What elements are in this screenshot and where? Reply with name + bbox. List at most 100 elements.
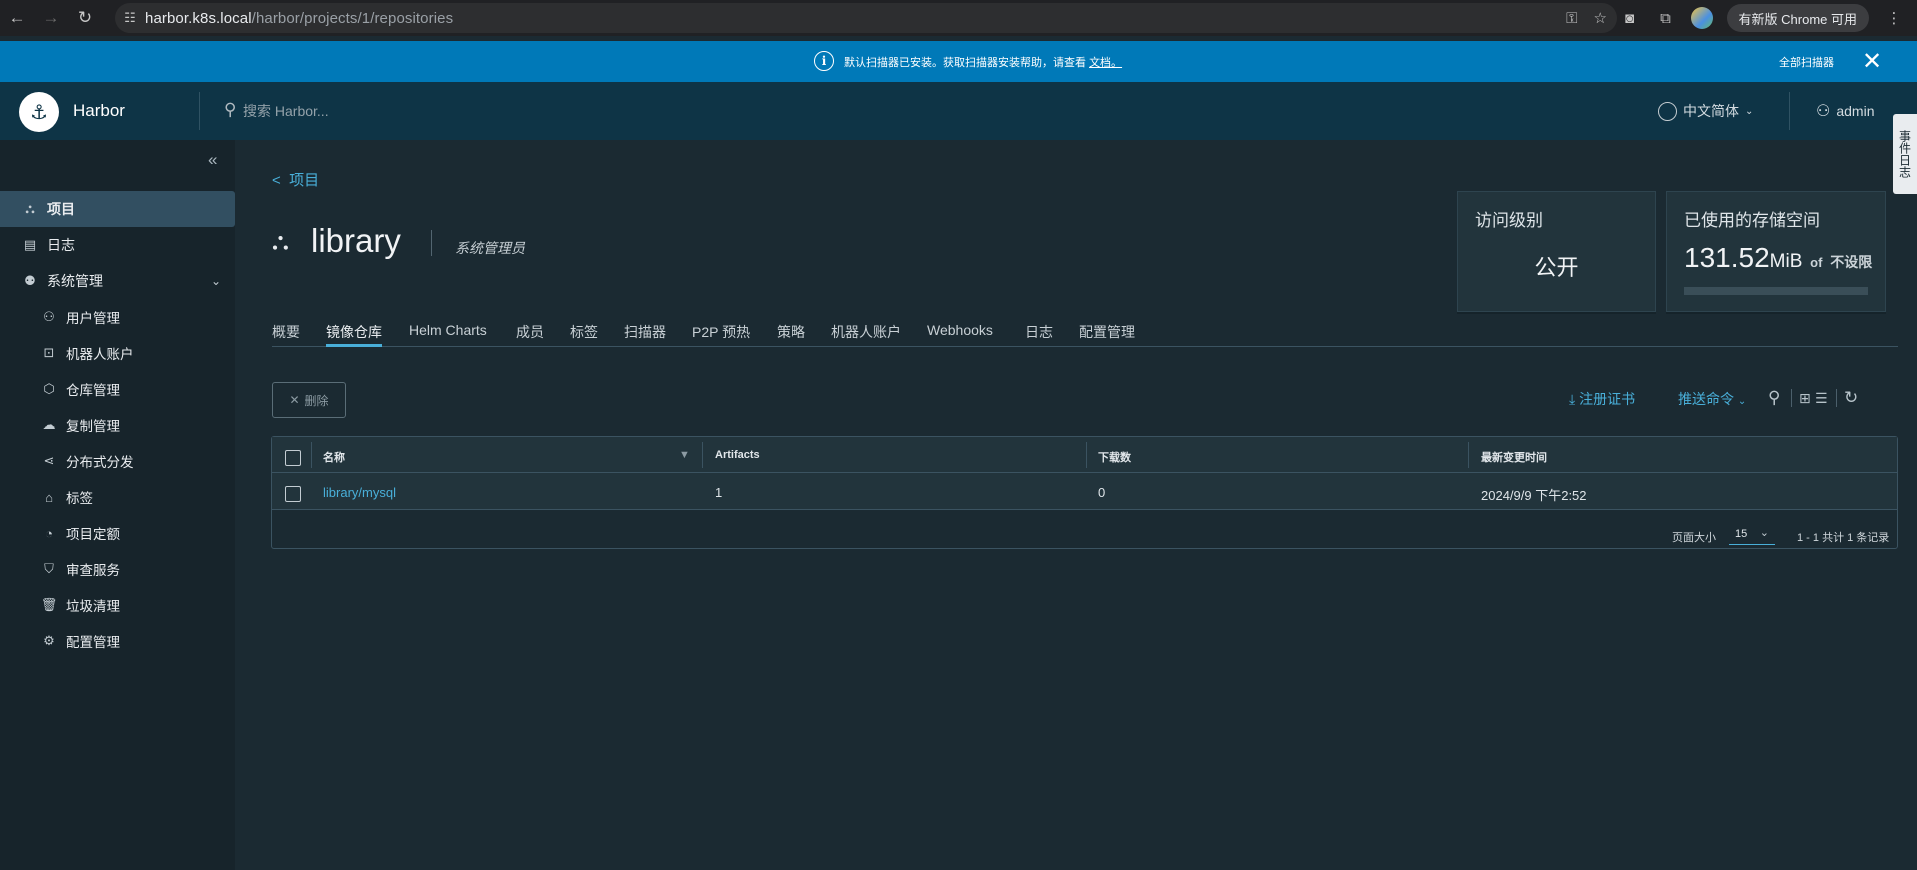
app-header: ⚓ Harbor ⚲ 中文简体 ⌄ ⚇ admin bbox=[0, 82, 1917, 140]
select-all-checkbox[interactable] bbox=[285, 450, 301, 466]
title-divider bbox=[431, 230, 432, 256]
sidebar-item-quotas[interactable]: ◔ 项目定额 bbox=[0, 515, 235, 551]
tab-summary[interactable]: 概要 bbox=[272, 322, 300, 342]
tab-members[interactable]: 成员 bbox=[516, 322, 544, 342]
tab-p2p-preheat[interactable]: P2P 预热 bbox=[692, 322, 750, 342]
tab-robot-accounts[interactable]: 机器人账户 bbox=[831, 322, 901, 342]
chevron-down-icon: ⌄ bbox=[1745, 105, 1754, 117]
url-text[interactable]: harbor.k8s.local/harbor/projects/1/repos… bbox=[145, 10, 453, 27]
register-cert-button[interactable]: ⤓ 注册证书 bbox=[1569, 389, 1635, 409]
app-title[interactable]: Harbor bbox=[73, 101, 125, 121]
extensions-icon[interactable]: ⧉ bbox=[1655, 10, 1677, 27]
grid-view-icon[interactable]: ⊞ bbox=[1799, 390, 1811, 407]
page-size-select[interactable]: 15 ⌄ bbox=[1729, 523, 1775, 545]
sidebar-item-robot-accounts[interactable]: ⊡ 机器人账户 bbox=[0, 335, 235, 371]
filter-icon[interactable]: ▼ bbox=[679, 449, 690, 461]
repository-link[interactable]: library/mysql bbox=[323, 485, 396, 500]
sidebar-item-gc[interactable]: 🗑 垃圾清理 bbox=[0, 587, 235, 623]
sidebar-item-registries[interactable]: ⬡ 仓库管理 bbox=[0, 371, 235, 407]
row-checkbox[interactable] bbox=[285, 486, 301, 502]
sidebar-item-label: 标签 bbox=[66, 491, 93, 506]
collapse-sidebar-icon[interactable]: « bbox=[208, 150, 217, 170]
chevron-down-icon: ⌄ bbox=[1759, 527, 1769, 539]
harbor-logo-icon[interactable]: ⚓ bbox=[19, 92, 59, 132]
site-settings-icon[interactable]: ☷ bbox=[115, 10, 145, 26]
admin-icon: ⚉ bbox=[24, 273, 36, 288]
column-header-updated[interactable]: 最新变更时间 bbox=[1481, 449, 1547, 465]
role-label: 系统管理员 bbox=[455, 240, 525, 256]
log-icon: ▤ bbox=[23, 237, 37, 252]
sidebar-item-labels[interactable]: ⌂ 标签 bbox=[0, 479, 235, 515]
scanner-banner: i 默认扫描器已安装。获取扫描器安装帮助，请查看 文档。 全部扫描器 ✕ bbox=[0, 41, 1917, 82]
cloud-icon: ☁ bbox=[42, 417, 56, 432]
back-icon[interactable]: ← bbox=[0, 0, 34, 36]
close-icon[interactable]: ✕ bbox=[1862, 47, 1882, 76]
bookmark-star-icon[interactable]: ☆ bbox=[1594, 9, 1607, 27]
forward-icon[interactable]: → bbox=[34, 0, 68, 36]
project-icon: ⛬ bbox=[25, 201, 35, 216]
sidebar-item-replications[interactable]: ☁ 复制管理 bbox=[0, 407, 235, 443]
access-level-card: 访问级别 公开 bbox=[1457, 191, 1656, 312]
sidebar-item-label: 机器人账户 bbox=[66, 347, 134, 362]
reload-icon[interactable]: ↻ bbox=[68, 0, 102, 36]
sidebar-item-interrogation[interactable]: ⛉ 审查服务 bbox=[0, 551, 235, 587]
chrome-update-button[interactable]: 有新版 Chrome 可用 bbox=[1726, 4, 1869, 32]
tab-labels[interactable]: 标签 bbox=[570, 322, 598, 342]
user-menu[interactable]: ⚇ admin bbox=[1816, 101, 1874, 121]
profile-avatar[interactable] bbox=[1690, 7, 1713, 29]
language-label: 中文简体 bbox=[1683, 103, 1739, 119]
sidebar-item-label: 项目 bbox=[47, 201, 75, 217]
search-icon: ⚲ bbox=[224, 100, 237, 119]
docs-link[interactable]: 文档。 bbox=[1089, 57, 1122, 69]
sidebar-item-logs[interactable]: ▤ 日志 bbox=[0, 227, 235, 263]
password-key-icon[interactable]: ⚿ bbox=[1566, 10, 1577, 27]
column-divider bbox=[1468, 442, 1469, 468]
breadcrumb[interactable]: < 项目 bbox=[272, 169, 319, 190]
browser-toolbar: ← → ↻ ☷ harbor.k8s.local/harbor/projects… bbox=[0, 0, 1917, 36]
column-header-pulls[interactable]: 下载数 bbox=[1098, 449, 1131, 465]
push-command-dropdown[interactable]: 推送命令 ⌄ bbox=[1678, 389, 1746, 409]
sidebar-item-label: 审查服务 bbox=[66, 563, 120, 578]
table-row: library/mysql 1 0 2024/9/9 下午2:52 bbox=[272, 473, 1897, 510]
sidebar-item-distributions[interactable]: ⋖ 分布式分发 bbox=[0, 443, 235, 479]
tab-scanner[interactable]: 扫描器 bbox=[624, 322, 666, 342]
delete-button[interactable]: ✕ 删除 bbox=[272, 382, 346, 418]
event-log-tab[interactable]: 事件日志 bbox=[1893, 114, 1917, 194]
language-selector[interactable]: 中文简体 ⌄ bbox=[1658, 101, 1753, 121]
quota-icon: ◔ bbox=[45, 525, 53, 541]
tab-logs[interactable]: 日志 bbox=[1025, 322, 1053, 342]
all-scanners-link[interactable]: 全部扫描器 bbox=[1779, 54, 1834, 70]
refresh-icon[interactable]: ↻ bbox=[1844, 388, 1858, 408]
search-icon[interactable]: ⚲ bbox=[1768, 388, 1780, 408]
tab-webhooks[interactable]: Webhooks bbox=[927, 322, 993, 338]
column-header-artifacts[interactable]: Artifacts bbox=[715, 449, 760, 461]
sidebar-item-administration[interactable]: ⚉ 系统管理 ⌄ bbox=[0, 263, 235, 299]
chevron-down-icon: ⌄ bbox=[210, 274, 221, 288]
column-divider bbox=[1086, 442, 1087, 468]
header-divider bbox=[199, 92, 200, 130]
shield-icon: ⛉ bbox=[44, 561, 54, 576]
users-icon: ⚇ bbox=[43, 309, 55, 324]
list-view-icon[interactable]: ☰ bbox=[1815, 390, 1828, 407]
tab-helm-charts[interactable]: Helm Charts bbox=[409, 322, 487, 338]
camera-icon[interactable]: ◙ bbox=[1619, 10, 1641, 27]
repositories-table: 名称 ▼ Artifacts 下载数 最新变更时间 library/mysql … bbox=[271, 436, 1898, 549]
access-level-value: 公开 bbox=[1534, 255, 1579, 280]
gear-icon: ⚙ bbox=[43, 633, 55, 648]
sidebar-item-configuration[interactable]: ⚙ 配置管理 bbox=[0, 623, 235, 659]
project-tabs: 概要 镜像仓库 Helm Charts 成员 标签 扫描器 P2P 预热 策略 … bbox=[272, 320, 1898, 347]
sidebar-item-projects[interactable]: ⛬ 项目 bbox=[0, 191, 235, 227]
sidebar-item-users[interactable]: ⚇ 用户管理 bbox=[0, 299, 235, 335]
robot-icon: ⊡ bbox=[43, 345, 55, 360]
tab-policy[interactable]: 策略 bbox=[777, 322, 805, 342]
header-divider bbox=[1789, 92, 1790, 130]
search-input[interactable] bbox=[243, 98, 603, 124]
more-menu-icon[interactable]: ⋮ bbox=[1883, 9, 1905, 27]
tab-configuration[interactable]: 配置管理 bbox=[1079, 322, 1135, 342]
address-bar[interactable]: ☷ harbor.k8s.local/harbor/projects/1/rep… bbox=[115, 3, 1617, 33]
tab-repositories[interactable]: 镜像仓库 bbox=[326, 322, 382, 347]
sidebar-item-label: 仓库管理 bbox=[66, 383, 120, 398]
column-header-name[interactable]: 名称 bbox=[323, 449, 345, 465]
card-title: 已使用的存储空间 bbox=[1684, 211, 1820, 230]
tag-icon: ⌂ bbox=[45, 489, 53, 505]
